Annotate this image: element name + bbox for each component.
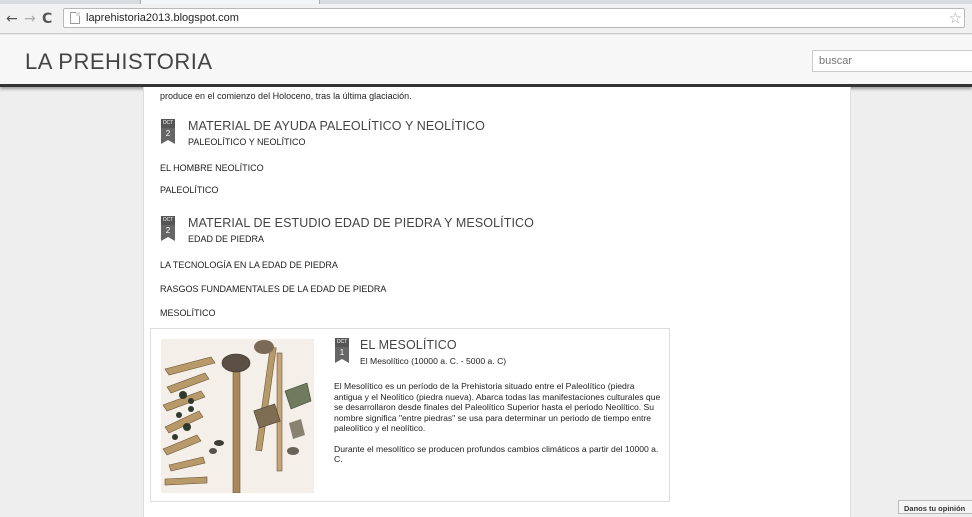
post-title[interactable]: MATERIAL DE AYUDA PALEOLÍTICO Y NEOLÍTIC… — [188, 119, 485, 133]
date-badge: OCT 2 — [161, 119, 175, 144]
excerpt-paragraph: El Mesolítico es un período de la Prehis… — [334, 381, 661, 433]
post-link[interactable]: MESOLÍTICO — [160, 308, 216, 318]
main-content: produce en el comienzo del Holoceno, tra… — [143, 87, 851, 517]
intro-text: produce en el comienzo del Holoceno, tra… — [160, 91, 412, 101]
excerpt-paragraph: Durante el mesolítico se producen profun… — [334, 443, 659, 465]
post-subtitle: PALEOLÍTICO Y NEOLÍTICO — [188, 137, 306, 147]
post-link[interactable]: RASGOS FUNDAMENTALES DE LA EDAD DE PIEDR… — [160, 284, 386, 294]
date-month: OCT — [335, 338, 349, 347]
blog-header: LA PREHISTORIA — [0, 35, 972, 87]
featured-post-card: OCT 1 EL MESOLÍTICO El Mesolítico (10000… — [150, 328, 670, 502]
date-badge: OCT 2 — [161, 216, 175, 241]
post-link[interactable]: PALEOLÍTICO — [160, 185, 218, 195]
date-badge: OCT 1 — [335, 338, 349, 363]
search-input[interactable] — [812, 50, 972, 72]
featured-post-subtitle: El Mesolítico (10000 a. C. - 5000 a. C) — [360, 356, 507, 366]
mesolithic-tools-image[interactable] — [161, 339, 314, 493]
featured-post-title[interactable]: EL MESOLÍTICO — [360, 338, 457, 352]
post-title[interactable]: MATERIAL DE ESTUDIO EDAD DE PIEDRA Y MES… — [188, 216, 534, 230]
featured-post-excerpt: El Mesolítico es un período de la Prehis… — [334, 381, 664, 465]
back-arrow-icon[interactable]: ← — [6, 11, 18, 27]
post-subtitle: EDAD DE PIEDRA — [188, 234, 265, 244]
date-day: 2 — [161, 225, 175, 241]
bookmark-star-icon[interactable]: ☆ — [949, 9, 962, 27]
post-link[interactable]: LA TECNOLOGÍA EN LA EDAD DE PIEDRA — [160, 260, 338, 270]
blog-title[interactable]: LA PREHISTORIA — [25, 49, 213, 75]
date-month: OCT — [161, 216, 175, 225]
forward-arrow-icon[interactable]: → — [24, 11, 36, 27]
date-month: OCT — [161, 119, 175, 128]
address-bar[interactable]: laprehistoria2013.blogspot.com ☆ — [63, 8, 965, 28]
reload-icon[interactable]: C — [42, 11, 52, 27]
post-link[interactable]: EL HOMBRE NEOLÍTICO — [160, 163, 264, 173]
browser-toolbar: ← → C laprehistoria2013.blogspot.com ☆ — [0, 4, 972, 34]
date-day: 1 — [335, 347, 349, 363]
url-text[interactable]: laprehistoria2013.blogspot.com — [86, 12, 239, 24]
date-day: 2 — [161, 128, 175, 144]
page-icon — [70, 12, 80, 24]
